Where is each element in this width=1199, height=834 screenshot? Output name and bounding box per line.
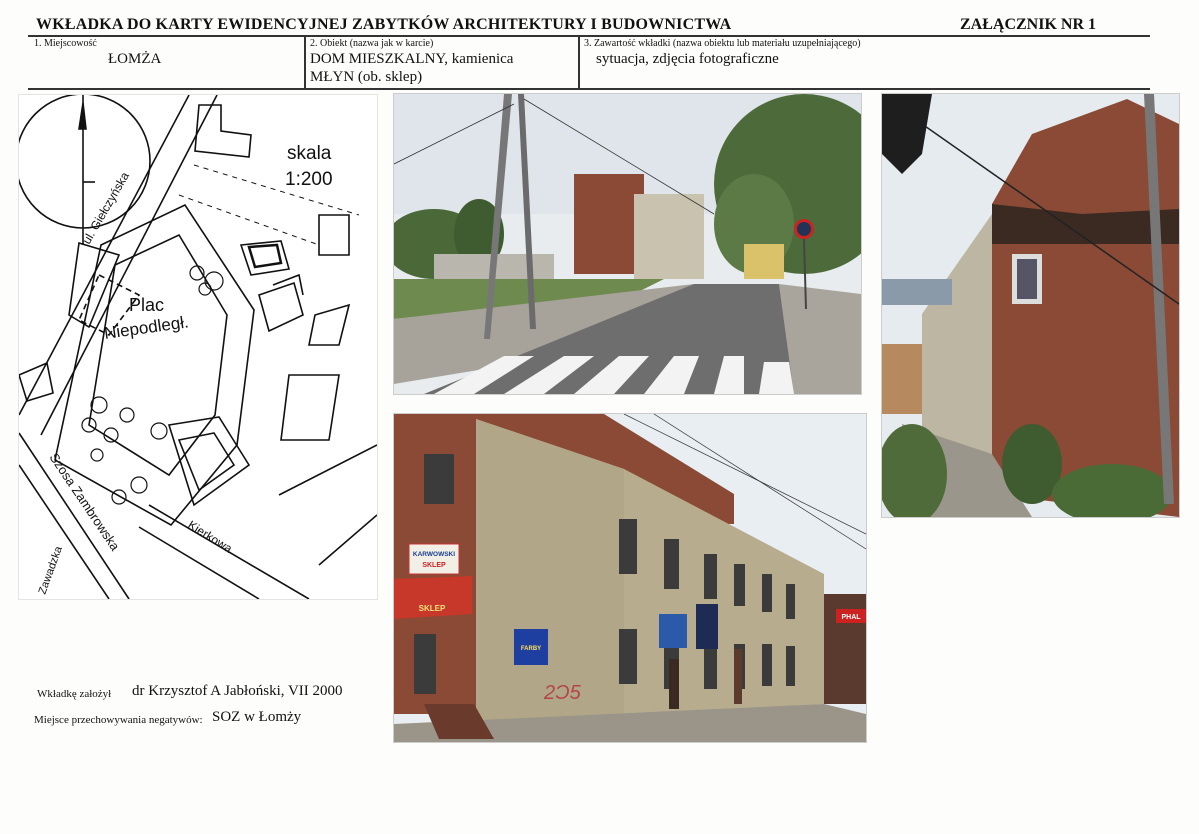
shop-sign-line1: KARWOWSKI [413, 551, 455, 558]
object-value-line2: MŁYN (ob. sklep) [310, 69, 423, 85]
locality-label: 1. Miejscowość [34, 38, 97, 49]
object-value-line1: DOM MIESZKALNY, kamienica [310, 51, 514, 67]
field-divider-2 [578, 35, 580, 89]
svg-text:2Ɔ5: 2Ɔ5 [543, 682, 582, 704]
founded-label: Wkładkę założył [37, 688, 112, 700]
photo-corner-building [881, 93, 1180, 518]
storage-label: Miejsce przechowywania negatywów: [34, 714, 203, 726]
scale-label: skala [287, 143, 332, 164]
paint-sign-text: FARBY [521, 646, 541, 652]
site-plan: skala 1:200 Plac Niepodległ. ul. Giełczy… [18, 94, 378, 600]
field-divider-1 [304, 35, 306, 89]
founded-value: dr Krzysztof A Jabłoński, VII 2000 [132, 683, 343, 699]
photo-street-view [393, 93, 862, 395]
locality-value: ŁOMŻA [108, 51, 162, 67]
storage-value: SOZ w Łomży [212, 709, 302, 725]
awning-text: SKLEP [419, 604, 446, 613]
square-label-line1: Plac [129, 295, 164, 315]
square-label-line2: Niepodległ. [103, 312, 190, 343]
contents-value: sytuacja, zdjęcia fotograficzne [596, 51, 779, 67]
document-title: WKŁADKA DO KARTY EWIDENCYJNEJ ZABYTKÓW A… [36, 16, 732, 33]
header-bottom-rule [28, 88, 1150, 90]
contents-label: 3. Zawartość wkładki (nazwa obiektu lub … [584, 38, 861, 49]
street-label-zambrowska: Szosa Zambrowska [47, 450, 124, 554]
shop-sign-line2: SKLEP [422, 562, 446, 569]
scale-value: 1:200 [285, 169, 333, 190]
object-label: 2. Obiekt (nazwa jak w karcie) [310, 38, 434, 49]
north-arrow-icon [19, 95, 151, 245]
street-label-kierkowa: Kierkowa [185, 518, 235, 556]
header-top-rule [28, 35, 1150, 37]
street-label-gieczynska: ul. Giełczyńska [79, 169, 132, 246]
photo-facade: KARWOWSKI SKLEP SKLEP FARBY PHAL 2Ɔ5 [393, 413, 867, 743]
annex-number: ZAŁĄCZNIK NR 1 [960, 16, 1097, 33]
street-label-zawadzka: Zawadzka [37, 544, 66, 596]
advert-text: PHAL [841, 614, 861, 621]
